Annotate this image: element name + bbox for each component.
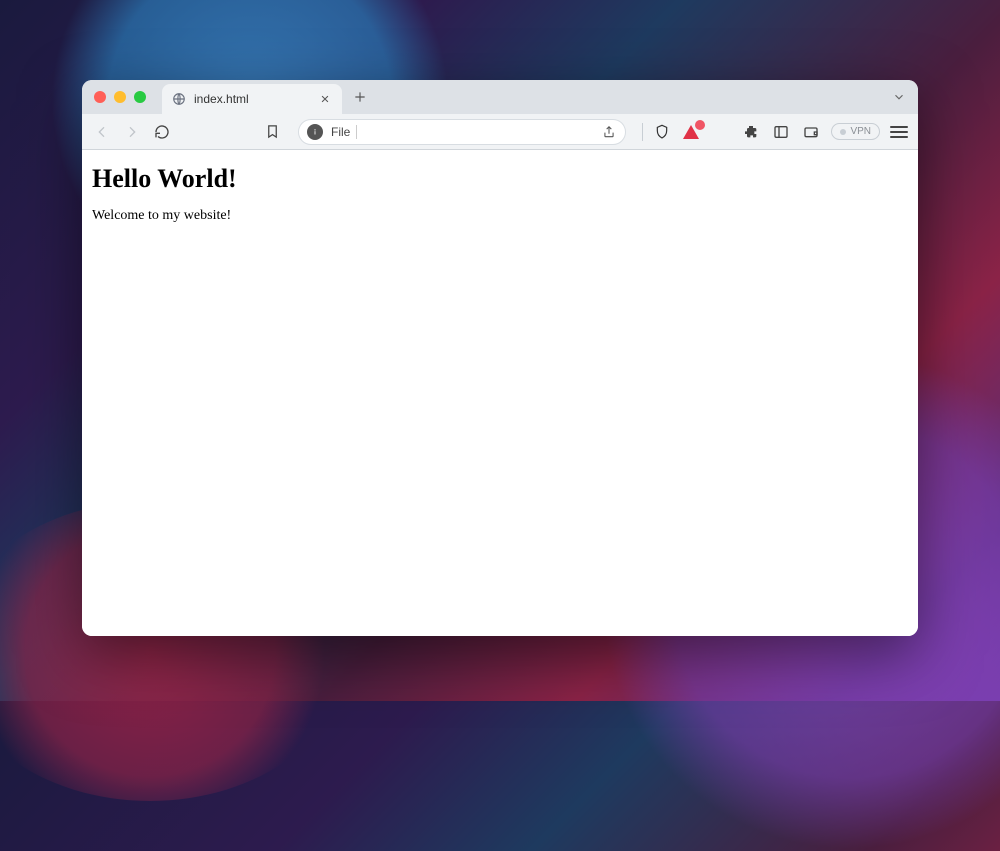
url-scheme-label: File	[331, 125, 357, 139]
vpn-status-dot	[840, 129, 846, 135]
toolbar-divider	[642, 123, 643, 141]
minimize-window-button[interactable]	[114, 91, 126, 103]
address-bar[interactable]: File	[298, 119, 626, 145]
menu-button[interactable]	[890, 126, 908, 138]
page-heading: Hello World!	[92, 164, 908, 194]
back-button[interactable]	[92, 122, 112, 142]
brave-shields-icon[interactable]	[653, 123, 671, 141]
vpn-button[interactable]: VPN	[831, 123, 880, 140]
browser-window: index.html Fi	[82, 80, 918, 636]
new-tab-button[interactable]	[348, 85, 372, 109]
toolbar: File VPN	[82, 114, 918, 150]
browser-tab[interactable]: index.html	[162, 84, 342, 114]
tab-title: index.html	[194, 92, 310, 106]
close-tab-icon[interactable]	[318, 92, 332, 106]
extensions-icon[interactable]	[741, 122, 761, 142]
window-controls	[94, 91, 146, 103]
globe-icon	[172, 92, 186, 106]
wallet-icon[interactable]	[801, 122, 821, 142]
sidebar-icon[interactable]	[771, 122, 791, 142]
page-paragraph: Welcome to my website!	[92, 208, 908, 224]
url-path	[367, 128, 593, 136]
site-info-icon[interactable]	[307, 124, 323, 140]
reload-button[interactable]	[152, 122, 172, 142]
page-content: Hello World! Welcome to my website!	[82, 150, 918, 636]
vpn-label: VPN	[850, 126, 871, 137]
brave-rewards-icon[interactable]	[681, 122, 701, 142]
notification-badge	[695, 120, 705, 130]
share-icon[interactable]	[601, 124, 617, 140]
bookmark-button[interactable]	[262, 122, 282, 142]
tab-overflow-button[interactable]	[888, 90, 910, 104]
close-window-button[interactable]	[94, 91, 106, 103]
forward-button[interactable]	[122, 122, 142, 142]
maximize-window-button[interactable]	[134, 91, 146, 103]
tab-bar: index.html	[82, 80, 918, 114]
